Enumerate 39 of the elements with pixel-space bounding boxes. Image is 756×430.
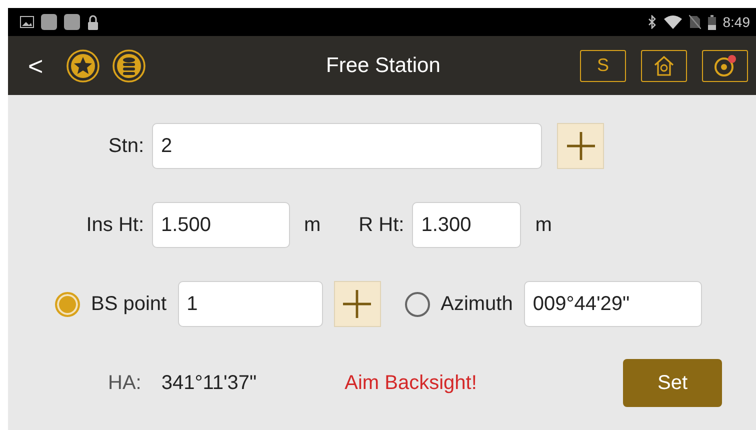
notification-icon [64, 14, 80, 30]
height-label: Ins Ht: [85, 213, 145, 238]
add-button[interactable] [334, 281, 381, 327]
station-label: Stn: [107, 134, 145, 159]
lock-icon [87, 14, 99, 30]
height-input[interactable]: 1.500 [152, 202, 290, 248]
unit-label: m [535, 213, 552, 238]
ha-label: HA: [108, 371, 142, 396]
add-button[interactable] [557, 123, 604, 169]
plus-icon [566, 131, 596, 161]
house-icon [653, 54, 675, 76]
target-button[interactable] [702, 50, 748, 82]
home-button[interactable] [641, 50, 687, 82]
target-icon [713, 54, 737, 78]
image-icon [20, 16, 34, 28]
no-sim-icon [688, 15, 701, 29]
status-time: 8:49 [722, 12, 750, 32]
point-input[interactable]: 1 [178, 281, 323, 327]
unit-label: m [304, 213, 321, 238]
azimuth-input[interactable]: 009°44'29" [524, 281, 702, 327]
s-button[interactable]: S [580, 50, 626, 82]
station-input[interactable]: 2 [152, 123, 542, 169]
back-button[interactable]: < [28, 52, 50, 78]
screen-title: Free Station [326, 52, 440, 79]
radio-button[interactable] [55, 292, 80, 316]
status-message: Aim Backsight! [344, 371, 477, 396]
coin-stack-icon[interactable] [112, 48, 146, 82]
battery-icon [708, 14, 716, 30]
ha-value: 341°11'37" [161, 371, 257, 396]
wifi-icon [664, 15, 682, 29]
bluetooth-icon [646, 15, 657, 29]
set-button[interactable]: Set [623, 359, 722, 407]
radio-button[interactable] [404, 292, 430, 316]
plus-icon [342, 289, 372, 319]
radio-label: Azimuth [440, 292, 513, 317]
notification-icon [41, 14, 57, 30]
height-input[interactable]: 1.300 [412, 202, 522, 248]
radio-label: BS point [91, 292, 167, 317]
height-label: R Ht: [358, 213, 406, 238]
